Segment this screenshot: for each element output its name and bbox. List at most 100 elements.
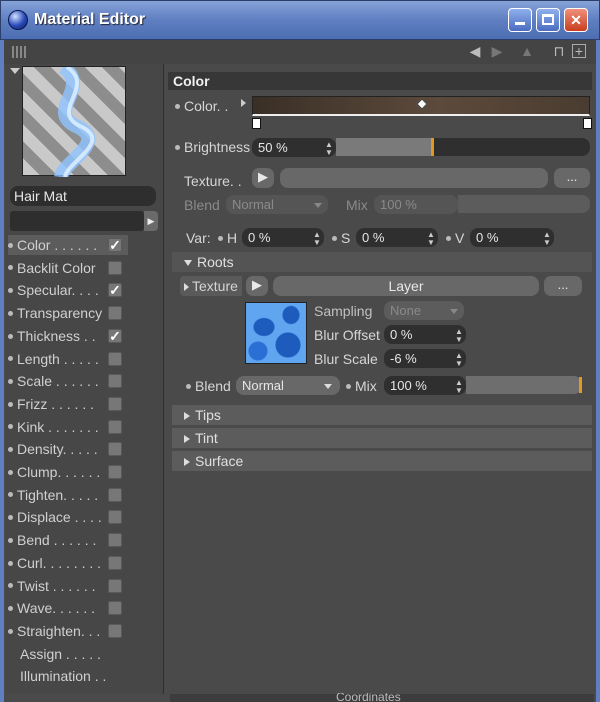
roots-mix-slider-handle[interactable] xyxy=(579,377,582,393)
channel-checkbox[interactable] xyxy=(108,396,122,411)
h-input[interactable]: 0 % xyxy=(242,228,324,247)
channel-checkbox[interactable] xyxy=(108,306,122,321)
blur-scale-label: Blur Scale xyxy=(314,351,378,367)
blur-scale-input[interactable]: -6 % xyxy=(384,349,466,368)
mix-slider[interactable] xyxy=(458,195,590,213)
color-section-header: Color xyxy=(168,72,592,90)
channel-checkbox[interactable]: ✓ xyxy=(108,283,122,298)
section-tint[interactable]: Tint xyxy=(172,428,592,448)
new-window-icon[interactable]: + xyxy=(572,44,586,58)
param-dot[interactable] xyxy=(186,384,191,389)
blur-offset-label: Blur Offset xyxy=(314,327,380,343)
back-arrow-icon[interactable]: ◀ xyxy=(466,42,484,60)
close-button[interactable]: ✕ xyxy=(564,8,588,32)
channel-dot xyxy=(8,492,13,498)
gradient-stop-right[interactable] xyxy=(583,118,592,129)
channel-checkbox[interactable] xyxy=(108,555,122,570)
channel-checkbox[interactable] xyxy=(108,465,122,479)
channel-dot xyxy=(8,628,13,634)
channel-item[interactable]: Assign . . . . . xyxy=(8,644,128,664)
s-stepper[interactable]: ▲ ▼ xyxy=(427,231,435,247)
minimize-button[interactable] xyxy=(508,8,532,32)
roots-texture-tab[interactable]: Texture xyxy=(180,276,242,296)
preview-menu-icon[interactable] xyxy=(10,68,20,74)
channel-dot xyxy=(8,401,13,407)
section-label: Surface xyxy=(195,453,244,469)
app-orb-icon xyxy=(8,10,28,30)
brightness-slider[interactable] xyxy=(336,138,590,156)
texture-arrow-button[interactable]: ▶ xyxy=(252,168,274,188)
param-dot[interactable] xyxy=(446,236,451,241)
channel-checkbox[interactable] xyxy=(108,510,122,525)
blend-select[interactable]: Normal xyxy=(226,195,328,214)
param-dot[interactable] xyxy=(175,145,180,150)
mix-label: Mix xyxy=(346,197,368,213)
channel-dot xyxy=(8,560,13,566)
channel-checkbox[interactable] xyxy=(108,487,122,502)
param-dot[interactable] xyxy=(218,236,223,241)
blur-scale-stepper[interactable]: ▲ ▼ xyxy=(455,352,463,368)
roots-layer-button[interactable]: Layer xyxy=(273,276,539,296)
gradient-stop-left[interactable] xyxy=(252,118,261,129)
coordinates-label: Coordinates xyxy=(336,693,401,702)
section-label: Tint xyxy=(195,430,218,446)
lock-icon[interactable]: ⊓ xyxy=(550,42,568,60)
channel-checkbox[interactable]: ✓ xyxy=(108,238,122,252)
blur-offset-stepper[interactable]: ▲ ▼ xyxy=(455,328,463,344)
blur-offset-input[interactable]: 0 % xyxy=(384,325,466,344)
roots-mix-input[interactable]: 100 % xyxy=(384,376,466,395)
channel-dot xyxy=(8,537,13,543)
material-link-arrow-icon[interactable]: ▶ xyxy=(144,211,158,231)
channel-checkbox[interactable] xyxy=(108,623,122,638)
channel-dot xyxy=(8,356,13,362)
param-dot[interactable] xyxy=(332,236,337,241)
texture-slot[interactable] xyxy=(280,168,548,188)
gradient-expand-icon[interactable] xyxy=(241,99,246,107)
channel-checkbox[interactable] xyxy=(108,578,122,593)
channel-checkbox[interactable] xyxy=(108,374,122,389)
material-name-field[interactable]: Hair Mat xyxy=(10,186,156,206)
brightness-slider-handle[interactable] xyxy=(430,138,434,156)
roots-blend-label: Blend xyxy=(195,378,231,394)
section-surface[interactable]: Surface xyxy=(172,451,592,471)
expand-right-icon xyxy=(184,412,190,421)
texture-thumbnail[interactable] xyxy=(245,302,307,364)
roots-texture-arrow-button[interactable]: ▶ xyxy=(246,276,268,296)
maximize-button[interactable] xyxy=(536,8,560,32)
up-arrow-icon[interactable]: ▲ xyxy=(518,42,536,60)
param-dot[interactable] xyxy=(175,104,180,109)
mix-input[interactable]: 100 % xyxy=(374,195,458,214)
toolbar xyxy=(4,40,596,64)
channel-checkbox[interactable] xyxy=(108,601,122,616)
roots-more-button[interactable]: ... xyxy=(544,276,582,296)
v-input[interactable]: 0 % xyxy=(470,228,554,247)
h-stepper[interactable]: ▲ ▼ xyxy=(313,231,321,247)
channel-checkbox[interactable] xyxy=(108,419,122,434)
channel-checkbox[interactable] xyxy=(108,260,122,275)
v-stepper[interactable]: ▲ ▼ xyxy=(543,231,551,247)
roots-mix-stepper[interactable]: ▲ ▼ xyxy=(455,379,463,395)
channel-checkbox[interactable] xyxy=(108,442,122,457)
brightness-input[interactable]: 50 % xyxy=(252,138,336,157)
material-preview[interactable] xyxy=(22,61,126,180)
roots-mix-slider[interactable] xyxy=(466,376,582,394)
brightness-stepper[interactable]: ▲ ▼ xyxy=(325,141,333,157)
channel-checkbox[interactable] xyxy=(108,351,122,366)
roots-mix-label: Mix xyxy=(355,378,377,394)
channel-label: Scale . . . . . . xyxy=(17,373,99,390)
forward-arrow-icon[interactable]: ▶ xyxy=(488,42,506,60)
material-link-field[interactable] xyxy=(10,211,144,231)
channel-item[interactable]: Illumination . . xyxy=(8,666,128,686)
s-label: S xyxy=(341,230,351,246)
roots-section-header[interactable]: Roots xyxy=(172,252,592,272)
sampling-label: Sampling xyxy=(314,303,373,319)
brightness-slider-fill xyxy=(336,138,433,156)
texture-more-button[interactable]: ... xyxy=(554,168,590,188)
s-input[interactable]: 0 % xyxy=(356,228,438,247)
channel-checkbox[interactable]: ✓ xyxy=(108,328,122,343)
channel-checkbox[interactable] xyxy=(108,533,122,548)
param-dot[interactable] xyxy=(346,384,351,389)
chevron-down-icon xyxy=(314,203,322,208)
section-tips[interactable]: Tips xyxy=(172,405,592,425)
grip-icon[interactable] xyxy=(12,46,26,58)
